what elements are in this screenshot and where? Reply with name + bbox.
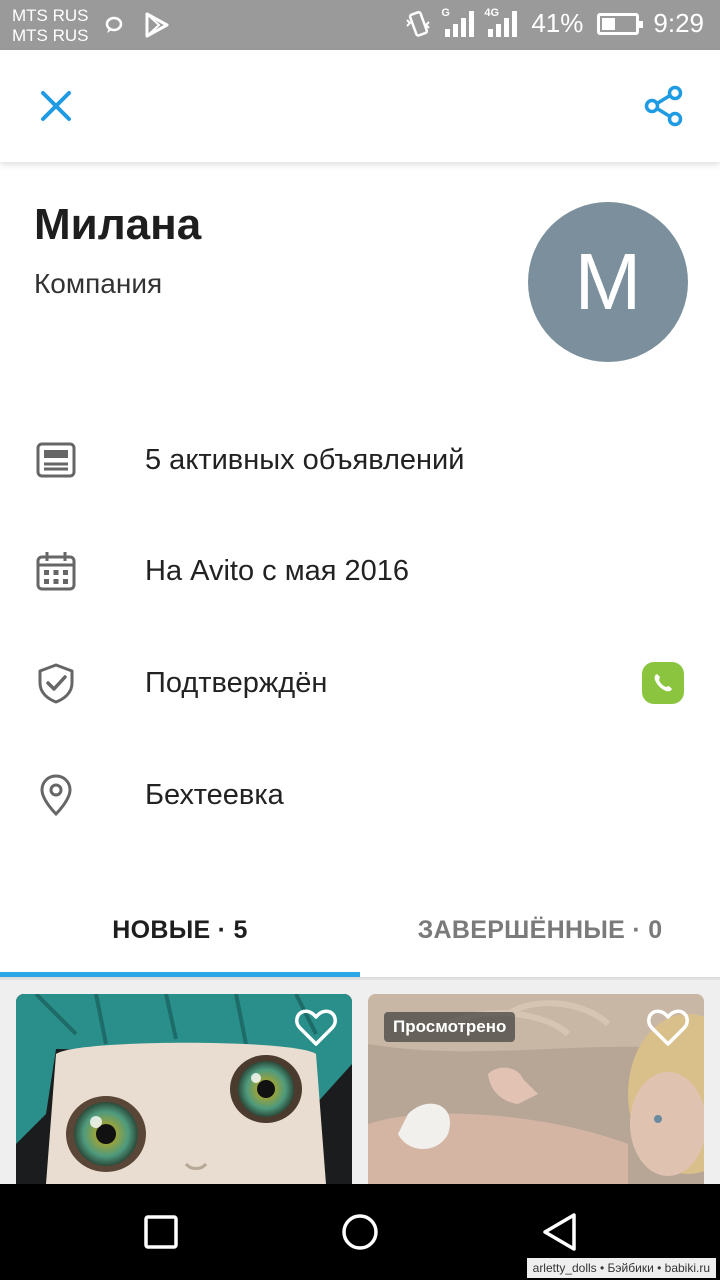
listing-tabs: НОВЫЕ · 5 ЗАВЕРШЁННЫЕ · 0 (0, 890, 720, 978)
system-nav-bar: arletty_dolls • Бэйбики • babiki.ru (0, 1184, 720, 1280)
close-icon[interactable] (36, 86, 76, 126)
signal-2-icon: 4G (484, 7, 518, 37)
location-pin-icon (40, 774, 72, 817)
network-2-label: 4G (484, 6, 500, 19)
back-icon[interactable] (536, 1208, 584, 1256)
listings-icon (36, 442, 76, 478)
calendar-icon (36, 552, 76, 591)
info-row-since: На Avito с мая 2016 (0, 541, 720, 601)
avatar: M (528, 202, 688, 362)
verified-text: Подтверждён (145, 667, 328, 699)
clock: 9:29 (653, 8, 704, 38)
app-bar (0, 50, 720, 162)
status-right: G 4G 41% 9:29 (405, 7, 704, 39)
since-text: На Avito с мая 2016 (145, 555, 410, 587)
tab-new[interactable]: НОВЫЕ · 5 (0, 890, 360, 978)
carrier-labels: MTS RUS MTS RUS (12, 6, 89, 46)
watermark: arletty_dolls • Бэйбики • babiki.ru (526, 1258, 716, 1278)
share-icon[interactable] (642, 84, 686, 128)
info-row-listings[interactable]: 5 активных объявлений (0, 430, 720, 490)
status-bar: MTS RUS MTS RUS G 4G 41% 9:29 (0, 0, 720, 50)
home-icon[interactable] (336, 1208, 384, 1256)
viewed-badge: Просмотрено (384, 1012, 516, 1042)
phone-icon (654, 674, 672, 692)
battery-percent: 41% (531, 8, 584, 38)
info-row-verified: Подтверждён (0, 653, 720, 713)
listings-text: 5 активных объявлений (145, 444, 465, 476)
signal-1-icon: G (441, 7, 475, 37)
play-store-icon (145, 12, 169, 38)
avatar-letter: M (574, 237, 642, 326)
chat-bubble-icon (105, 16, 123, 33)
location-text: Бехтеевка (145, 779, 284, 811)
carrier-1: MTS RUS (12, 6, 89, 25)
vibrate-icon (406, 10, 431, 37)
profile-type: Компания (34, 268, 163, 299)
carrier-2: MTS RUS (12, 26, 89, 45)
battery-icon (597, 12, 644, 35)
listing-card[interactable] (16, 994, 352, 1184)
info-row-location: Бехтеевка (0, 765, 720, 825)
notification-icons (104, 12, 170, 38)
shield-check-icon (38, 663, 74, 704)
network-1-label: G (441, 6, 450, 19)
profile-name: Милана (34, 200, 202, 249)
tab-completed[interactable]: ЗАВЕРШЁННЫЕ · 0 (360, 890, 720, 978)
favorite-heart-icon[interactable] (646, 1008, 690, 1048)
battery-fill (602, 17, 616, 30)
listing-card[interactable]: Просмотрено (368, 994, 704, 1184)
favorite-heart-icon[interactable] (294, 1008, 338, 1048)
phone-verified-badge (642, 662, 684, 704)
recent-apps-icon[interactable] (137, 1208, 185, 1256)
